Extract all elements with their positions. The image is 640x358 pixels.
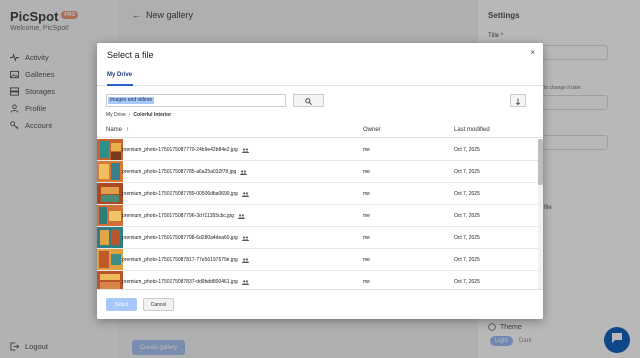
file-row[interactable]: premium_photo-1750175087796-3d f11355cbc… (97, 205, 538, 227)
file-name: premium_photo-1750175087837-dd9bdd800461… (122, 279, 249, 285)
breadcrumb-current: Colorful Interior (133, 112, 172, 118)
search-icon (305, 92, 312, 110)
shared-people-icon (237, 213, 245, 219)
file-row[interactable]: premium_photo-1750175087798-6d280a4dea60… (97, 227, 538, 249)
file-thumbnail (97, 183, 123, 204)
scrollbar[interactable] (538, 139, 543, 289)
chevron-right-icon: › (128, 112, 131, 118)
shared-people-icon (240, 169, 248, 175)
list-header: Name ↑ Owner Last modified (97, 123, 543, 138)
file-row[interactable]: premium_photo-1750175087770-24b9e42b84e2… (97, 139, 538, 161)
file-name: premium_photo-1750175087789-00506dba0699… (122, 191, 249, 197)
shared-people-icon (241, 235, 249, 241)
file-owner: me (363, 147, 370, 153)
file-thumbnail (97, 139, 123, 160)
column-label-name: Name (106, 127, 123, 133)
close-icon[interactable]: × (530, 49, 535, 57)
file-thumbnail (97, 227, 123, 248)
file-name-text: premium_photo-1750175087770-24b9e42b84e2… (122, 147, 238, 153)
search-input-value: Images and videos (108, 97, 154, 104)
shared-people-icon (241, 279, 249, 285)
file-name: premium_photo-1750175087785-a6a25a032f78… (122, 169, 248, 175)
file-modified: Oct 7, 2025 (454, 257, 480, 263)
sort-arrow-icon (515, 92, 521, 110)
search-input[interactable]: Images and videos (106, 94, 286, 107)
file-modified: Oct 7, 2025 (454, 279, 480, 285)
sort-up-icon: ↑ (126, 127, 130, 133)
dialog-footer: Select Cancel (97, 289, 543, 319)
file-row[interactable]: premium_photo-1750175087817-77e56197679e… (97, 249, 538, 271)
file-name-text: premium_photo-1750175087789-00506dba0699… (122, 191, 238, 197)
cancel-button[interactable]: Cancel (143, 298, 174, 311)
file-list: Name ↑ Owner Last modified premium_photo… (97, 123, 543, 289)
file-modified: Oct 7, 2025 (454, 169, 480, 175)
file-owner: me (363, 257, 370, 263)
file-owner: me (363, 169, 370, 175)
file-thumbnail (97, 271, 123, 289)
file-owner: me (363, 235, 370, 241)
column-header-owner[interactable]: Owner (363, 127, 381, 133)
select-button[interactable]: Select (106, 298, 137, 311)
file-name: premium_photo-1750175087770-24b9e42b84e2… (122, 147, 249, 153)
file-name: premium_photo-1750175087817-77e56197679e… (122, 257, 249, 263)
file-owner: me (363, 213, 370, 219)
breadcrumb: My Drive › Colorful Interior (106, 112, 171, 118)
column-header-modified[interactable]: Last modified (454, 127, 490, 133)
file-row[interactable]: premium_photo-1750175087789-00506dba0699… (97, 183, 538, 205)
column-header-name[interactable]: Name ↑ (106, 127, 129, 133)
file-name-text: premium_photo-1750175087817-77e56197679e… (122, 257, 238, 263)
file-modified: Oct 7, 2025 (454, 147, 480, 153)
sort-button[interactable] (510, 94, 526, 107)
shared-people-icon (241, 147, 249, 153)
shared-people-icon (241, 191, 249, 197)
scrollbar-thumb[interactable] (538, 139, 543, 185)
file-name-text: premium_photo-1750175087798-6d280a4dea60… (122, 235, 238, 241)
file-modified: Oct 7, 2025 (454, 213, 480, 219)
dialog-title: Select a file (107, 50, 154, 60)
tab-my-drive[interactable]: My Drive (107, 72, 132, 78)
file-name-text: premium_photo-1750175087837-dd9bdd800461… (122, 279, 238, 285)
shared-people-icon (241, 257, 249, 263)
file-thumbnail (97, 205, 123, 226)
active-tab-indicator (107, 84, 133, 86)
file-name-text: premium_photo-1750175087796-3d f11355cbc… (122, 213, 234, 219)
file-row[interactable]: premium_photo-1750175087785-a6a25a032f78… (97, 161, 538, 183)
file-thumbnail (97, 161, 123, 182)
file-rows: premium_photo-1750175087770-24b9e42b84e2… (97, 139, 538, 289)
file-owner: me (363, 279, 370, 285)
dialog-tabs: My Drive (97, 67, 543, 86)
file-picker-dialog: Select a file × My Drive Images and vide… (97, 43, 543, 319)
file-name-text: premium_photo-1750175087785-a6a25a032f78… (122, 169, 237, 175)
file-modified: Oct 7, 2025 (454, 191, 480, 197)
file-thumbnail (97, 249, 123, 270)
file-modified: Oct 7, 2025 (454, 235, 480, 241)
file-row[interactable]: premium_photo-1750175087837-dd9bdd800461… (97, 271, 538, 289)
breadcrumb-item[interactable]: My Drive (106, 112, 126, 118)
file-name: premium_photo-1750175087798-6d280a4dea60… (122, 235, 249, 241)
search-button[interactable] (293, 94, 324, 107)
file-owner: me (363, 191, 370, 197)
file-name: premium_photo-1750175087796-3d f11355cbc… (122, 213, 245, 219)
